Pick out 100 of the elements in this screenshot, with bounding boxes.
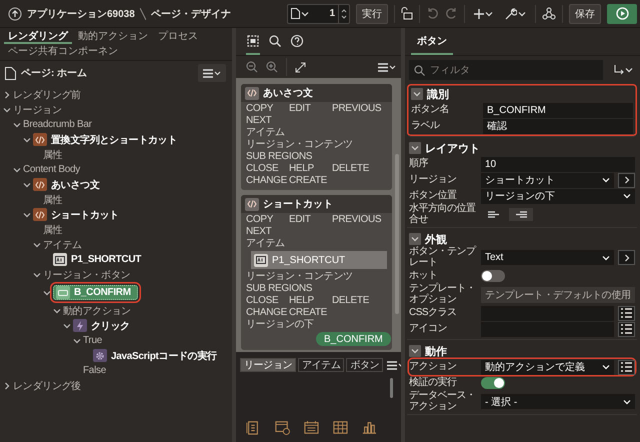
button-icon <box>56 286 70 299</box>
position-label: CREATE <box>289 307 328 318</box>
tree-item[interactable]: 属性 <box>0 192 232 207</box>
app-link[interactable]: アプリケーション69038 <box>27 6 135 20</box>
toggle-switch[interactable] <box>481 270 505 282</box>
lightning-icon <box>73 319 87 332</box>
tab[interactable]: プロセス <box>154 29 202 44</box>
calendar-icon[interactable] <box>304 419 319 436</box>
input-field[interactable]: B_CONFIRM <box>483 102 633 118</box>
position-label: SUB REGIONS <box>246 283 314 294</box>
undo-icon[interactable] <box>426 7 439 20</box>
redo-icon[interactable] <box>445 7 458 20</box>
position-label: CREATE <box>289 175 328 186</box>
region-card[interactable]: ショートカット COPY EDIT PREVIOUS NEXT アイテム P1_SHORTCUT リージョン・コンテンツ SUB REGIONS CLOSE HELP DELETE CHANGE CREATE リージョンの下 B_CONFIRM <box>241 195 392 350</box>
select-field[interactable]: - 選択 - <box>481 394 635 409</box>
tree-item[interactable]: True <box>0 333 232 348</box>
collapse-toggle[interactable] <box>409 142 421 154</box>
tree-item[interactable]: ショートカット <box>0 207 232 222</box>
align-right-button[interactable] <box>509 208 533 221</box>
tab[interactable]: ボタン <box>346 358 384 372</box>
chevron-right-icon <box>622 176 630 184</box>
region-icon <box>33 178 47 191</box>
select-field[interactable]: 動的アクションで定義 <box>481 360 614 374</box>
chevron-down-icon <box>485 10 493 18</box>
page-selector[interactable]: 1 <box>287 4 350 24</box>
menu-button[interactable] <box>378 62 396 72</box>
tree-item[interactable]: リージョン <box>0 102 232 117</box>
goto-button[interactable] <box>618 172 635 188</box>
tree-item[interactable]: リージョン・ボタン <box>0 267 232 282</box>
property-label: CSSクラス <box>409 308 458 318</box>
zoom-out-icon[interactable] <box>246 61 258 73</box>
template-options-button[interactable]: テンプレート・デフォルトの使用 <box>481 286 635 302</box>
tree-item[interactable]: 置換文字列とショートカット <box>0 132 232 147</box>
tree-item[interactable]: クリック <box>0 318 232 333</box>
section-title: 識別 <box>427 88 449 102</box>
toggle-switch[interactable] <box>481 377 505 389</box>
input-field[interactable]: 確認 <box>483 118 633 134</box>
menu-button[interactable] <box>387 360 401 370</box>
list-button[interactable] <box>618 322 635 336</box>
tree-item[interactable]: JavaScriptコードの実行 <box>0 348 232 363</box>
go-button[interactable]: 実行 <box>356 4 388 24</box>
web-icon[interactable] <box>274 419 290 436</box>
menu-icon <box>387 360 401 370</box>
tree-item[interactable]: Content Body <box>0 162 232 177</box>
tab[interactable]: アイテム <box>298 358 344 372</box>
menu-button[interactable] <box>198 64 226 82</box>
table-icon[interactable] <box>332 419 348 436</box>
tree-icon[interactable] <box>246 419 261 436</box>
tab[interactable]: リージョン <box>240 358 296 372</box>
tree-item[interactable]: 属性 <box>0 147 232 162</box>
tree-item[interactable]: False <box>0 363 232 378</box>
goto-button[interactable] <box>618 250 635 265</box>
tree-item[interactable]: 属性 <box>0 222 232 237</box>
tab[interactable]: ボタン <box>411 28 453 55</box>
position-label: リージョン・コンテンツ <box>246 271 354 282</box>
shared-components-icon[interactable] <box>542 7 556 20</box>
tree-item[interactable]: アイテム <box>0 237 232 252</box>
button-block[interactable]: B_CONFIRM <box>316 332 391 346</box>
tree-item[interactable]: あいさつ文 <box>0 177 232 192</box>
filter-field[interactable]: フィルタ <box>409 60 603 80</box>
position-label: DELETE <box>332 163 370 174</box>
select-field[interactable]: ショートカット <box>481 172 614 188</box>
position-label: NEXT <box>246 226 272 237</box>
tree-item[interactable]: P1_SHORTCUT <box>0 252 232 267</box>
tree-item[interactable]: B_CONFIRM <box>0 285 232 300</box>
save-button[interactable]: 保存 <box>569 4 601 24</box>
spinner-icon[interactable] <box>341 8 347 20</box>
select-field[interactable]: Text <box>481 250 614 265</box>
chart-icon[interactable] <box>362 419 376 436</box>
run-button[interactable] <box>607 4 637 24</box>
menu-icon <box>203 68 221 78</box>
zoom-in-icon[interactable] <box>266 61 278 73</box>
lock-icon[interactable] <box>401 7 413 20</box>
tree-item[interactable]: レンダリング後 <box>0 378 232 393</box>
tab[interactable]: ページ共有コンポーネン <box>4 44 122 59</box>
tree-item[interactable]: Breadcrumb Bar <box>0 117 232 132</box>
property-label: アクション <box>409 362 458 372</box>
page-icon <box>291 8 300 19</box>
region-icon <box>33 133 47 146</box>
item-block[interactable]: P1_SHORTCUT <box>251 251 387 269</box>
collapse-toggle[interactable] <box>409 345 421 357</box>
page-title: ページ・デザイナ <box>150 8 231 20</box>
tree-item[interactable]: レンダリング前 <box>0 87 232 102</box>
list-button[interactable] <box>618 306 635 320</box>
tree-item[interactable]: 動的アクション <box>0 303 232 318</box>
position-label: NEXT <box>246 115 272 126</box>
collapse-toggle[interactable] <box>409 233 421 245</box>
tab[interactable]: 動的アクション <box>74 29 152 44</box>
select-field[interactable]: リージョンの下 <box>481 188 635 204</box>
input-field[interactable]: 10 <box>481 156 635 172</box>
expand-icon[interactable] <box>295 62 306 72</box>
chevron-down-icon <box>623 398 631 406</box>
list-button[interactable] <box>618 360 635 374</box>
property-label: 水平方向の位置合せ <box>409 204 476 225</box>
tab[interactable]: レンダリング <box>4 29 72 44</box>
region-card[interactable]: あいさつ文 COPY EDIT PREVIOUS NEXT アイテム リージョン・コンテンツ SUB REGIONS CLOSE HELP DELETE CHANGE CREATE <box>241 84 392 190</box>
region-title: あいさつ文 <box>263 86 313 100</box>
collapse-toggle[interactable] <box>411 88 423 100</box>
position-label: PREVIOUS <box>332 214 382 225</box>
list-icon <box>621 324 632 334</box>
